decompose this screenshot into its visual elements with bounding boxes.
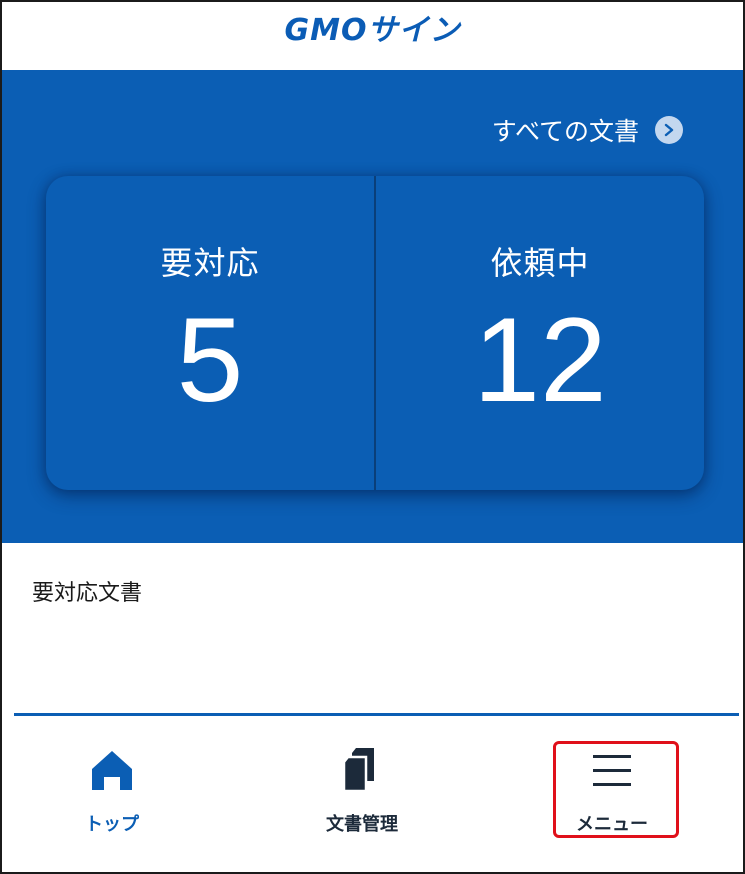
app-header: GMOサイン [2, 2, 743, 70]
needs-action-count: 5 [176, 293, 244, 427]
app-screen: GMOサイン すべての文書 要対応 5 依頼中 12 要対応文書 トップ 文書管… [0, 0, 745, 874]
requested-count-tile[interactable]: 依頼中 12 [374, 176, 704, 490]
all-documents-label: すべての文書 [491, 117, 639, 146]
nav-item-label: トップ [85, 814, 139, 835]
needs-action-count-tile[interactable]: 要対応 5 [46, 176, 374, 490]
needs-action-label: 要対応 [160, 244, 260, 282]
menu-highlight-annotation [553, 741, 679, 838]
section-title: 要対応文書 [32, 581, 143, 606]
documents-icon [338, 746, 386, 794]
all-documents-link[interactable]: すべての文書 [492, 112, 683, 148]
nav-item-documents[interactable]: 文書管理 [282, 746, 442, 846]
summary-panel: すべての文書 要対応 5 依頼中 12 [2, 70, 743, 543]
document-counts-card: 要対応 5 依頼中 12 [46, 176, 704, 490]
requested-label: 依頼中 [490, 244, 590, 282]
nav-item-label: 文書管理 [326, 814, 398, 835]
requested-count: 12 [473, 293, 607, 427]
app-logo: GMOサイン [284, 13, 461, 48]
chevron-right-icon [655, 116, 683, 144]
nav-item-top[interactable]: トップ [32, 746, 192, 846]
home-icon [88, 746, 136, 794]
